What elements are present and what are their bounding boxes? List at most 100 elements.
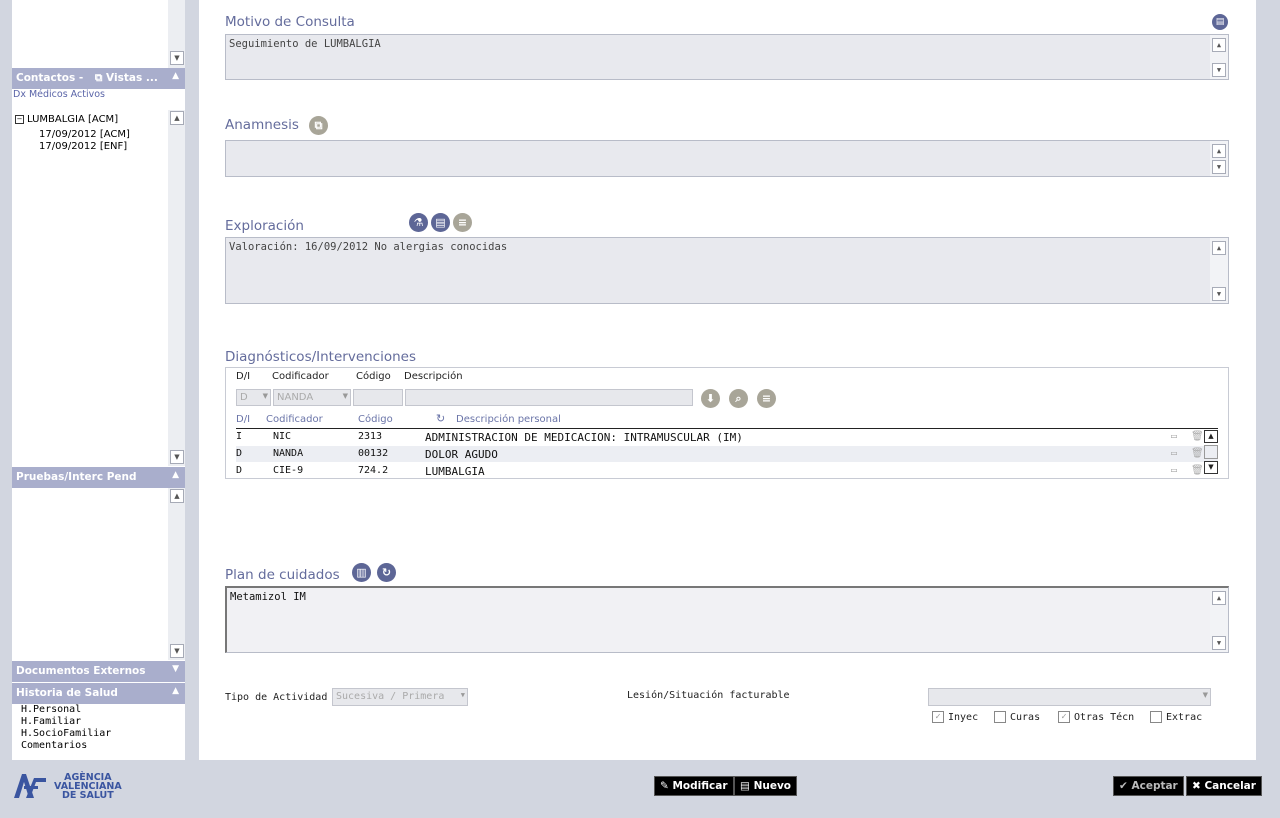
codigo-input[interactable]: [353, 389, 403, 406]
tree-root-label[interactable]: LUMBALGIA [ACM]: [27, 114, 118, 125]
lesion-select[interactable]: ▼: [928, 688, 1211, 706]
expand-down-icon[interactable]: ▼: [172, 664, 179, 674]
checkbox-box[interactable]: ✓: [932, 711, 944, 723]
scroll-up-button[interactable]: ▲: [1212, 591, 1226, 605]
book-icon[interactable]: ▭: [1171, 448, 1177, 459]
historia-item[interactable]: Comentarios: [21, 740, 111, 752]
scroll-up-button[interactable]: ▲: [1212, 241, 1226, 255]
actividad-select[interactable]: Sucesiva / Primera ▼: [332, 688, 468, 706]
row-di: I: [236, 431, 243, 442]
nuevo-button[interactable]: ▤ Nuevo: [734, 776, 798, 796]
scroll-down-button[interactable]: ▼: [1212, 160, 1226, 174]
scroll-down-button[interactable]: ▼: [1212, 63, 1226, 77]
book-icon[interactable]: ▭: [1171, 431, 1177, 442]
scroll-up-button[interactable]: ▲: [1212, 144, 1226, 158]
care-icon[interactable]: ↻: [377, 563, 396, 582]
row-descripcion: DOLOR AGUDO: [425, 448, 498, 461]
historia-header[interactable]: Historia de Salud ▲: [12, 683, 185, 704]
scroll-down-button[interactable]: ▼: [1212, 287, 1226, 301]
row-di: D: [236, 465, 243, 476]
collapse-up-icon[interactable]: ▲: [172, 686, 179, 696]
documentos-header[interactable]: Documentos Externos ▼: [12, 661, 185, 682]
scroll-down-button[interactable]: ▼: [170, 644, 184, 658]
table-row[interactable]: D NANDA 00132 DOLOR AGUDO ▭ 🗑: [236, 446, 1218, 462]
checkbox-box[interactable]: ✓: [1058, 711, 1070, 723]
copy-icon[interactable]: ⧉: [309, 116, 328, 135]
table-row[interactable]: I NIC 2313 ADMINISTRACION DE MEDICACION:…: [236, 429, 1218, 445]
flask-icon[interactable]: ⚗: [409, 213, 428, 232]
scrollbar[interactable]: ▲ ▼: [1210, 238, 1228, 303]
scroll-thumb[interactable]: [1204, 445, 1218, 459]
plan-title: Plan de cuidados: [225, 567, 340, 583]
scrollbar[interactable]: ▲ ▼: [1210, 35, 1228, 79]
checkbox-box[interactable]: [1150, 711, 1162, 723]
inyec-checkbox[interactable]: ✓ Inyec: [932, 711, 978, 723]
historia-item[interactable]: H.Personal: [21, 704, 111, 716]
historia-label: Historia de Salud: [16, 687, 118, 699]
cancelar-button[interactable]: ✖ Cancelar: [1186, 776, 1262, 796]
anamnesis-textarea[interactable]: ▲ ▼: [225, 140, 1229, 177]
tree-child[interactable]: 17/09/2012 [ACM]: [15, 129, 130, 141]
trash-icon[interactable]: 🗑: [1191, 448, 1204, 459]
contactos-header[interactable]: Contactos - ⧉ Vistas ... ▲: [12, 68, 185, 89]
pruebas-header[interactable]: Pruebas/Interc Pend ▲: [12, 467, 185, 488]
otras-tecn-checkbox[interactable]: ✓ Otras Técn: [1058, 711, 1134, 723]
scroll-up-button[interactable]: ▲: [170, 489, 184, 503]
documents-icon[interactable]: ▤: [431, 213, 450, 232]
scroll-up-button[interactable]: ▲: [1204, 430, 1218, 443]
plan-textarea[interactable]: Metamizol IM ▲ ▼: [225, 586, 1229, 653]
pruebas-scrollbar[interactable]: ▲ ▼: [168, 488, 185, 660]
exploracion-textarea[interactable]: Valoración: 16/09/2012 No alergias conoc…: [225, 237, 1229, 304]
vistas-label[interactable]: Vistas ...: [106, 72, 158, 84]
modificar-label: Modificar: [672, 780, 728, 792]
row-di: D: [236, 448, 243, 459]
scroll-down-button[interactable]: ▼: [1204, 461, 1218, 474]
table-row[interactable]: D CIE-9 724.2 LUMBALGIA ▭ 🗑: [236, 463, 1218, 479]
plan-text: Metamizol IM: [230, 591, 306, 603]
medicos-activos-link[interactable]: Dx Médicos Activos: [12, 89, 185, 101]
historia-item[interactable]: H.SocioFamiliar: [21, 728, 111, 740]
book-icon[interactable]: ▥: [352, 563, 371, 582]
scrollbar[interactable]: ▲ ▼: [1210, 588, 1228, 652]
window-icon[interactable]: ⧉: [95, 72, 103, 84]
search-icon[interactable]: ⌕: [729, 389, 748, 408]
contact-tree: − LUMBALGIA [ACM] 17/09/2012 [ACM] 17/09…: [15, 114, 130, 153]
scroll-up-button[interactable]: ▲: [170, 111, 184, 125]
codificador-select[interactable]: NANDA ▼: [273, 389, 351, 406]
trash-icon[interactable]: 🗑: [1191, 431, 1204, 442]
book-icon[interactable]: ▭: [1171, 465, 1177, 476]
document-icon[interactable]: ▤: [1212, 14, 1228, 30]
motivo-textarea[interactable]: Seguimiento de LUMBALGIA ▲ ▼: [225, 34, 1229, 80]
list-icon[interactable]: ≡: [757, 389, 776, 408]
scroll-up-button[interactable]: ▲: [1212, 38, 1226, 52]
collapse-icon[interactable]: −: [15, 115, 24, 124]
aceptar-button[interactable]: ✔ Aceptar: [1113, 776, 1184, 796]
tree-child[interactable]: 17/09/2012 [ENF]: [15, 141, 130, 153]
descripcion-input[interactable]: [405, 389, 693, 406]
top-scrollbar[interactable]: ▼: [168, 0, 185, 68]
modificar-button[interactable]: ✎ Modificar: [654, 776, 734, 796]
scroll-down-button[interactable]: ▼: [170, 51, 184, 65]
list-icon[interactable]: ≡: [453, 213, 472, 232]
extrac-checkbox[interactable]: Extrac: [1150, 711, 1202, 723]
trash-icon[interactable]: 🗑: [1191, 465, 1204, 476]
tree-root[interactable]: − LUMBALGIA [ACM]: [15, 114, 130, 125]
checkbox-label: Curas: [1010, 711, 1041, 723]
checkbox-box[interactable]: [994, 711, 1006, 723]
scroll-down-button[interactable]: ▼: [1212, 636, 1226, 650]
collapse-up-icon[interactable]: ▲: [172, 71, 179, 81]
scrollbar[interactable]: ▲ ▼: [1210, 141, 1228, 176]
collapse-up-icon[interactable]: ▲: [172, 470, 179, 480]
list-header-codificador: Codificador: [266, 414, 323, 425]
scroll-down-button[interactable]: ▼: [170, 450, 184, 464]
curas-checkbox[interactable]: Curas: [994, 711, 1040, 723]
lesion-label: Lesión/Situación facturable: [627, 690, 790, 701]
contactos-scrollbar[interactable]: ▲ ▼: [168, 110, 185, 466]
refresh-icon[interactable]: ↻: [436, 412, 445, 425]
rows-scrollbar[interactable]: ▲ ▼: [1204, 430, 1218, 478]
historia-item[interactable]: H.Familiar: [21, 716, 111, 728]
list-header-di: D/I: [236, 414, 251, 425]
di-select[interactable]: D ▼: [236, 389, 271, 406]
download-icon[interactable]: ⬇: [701, 389, 720, 408]
nuevo-label: Nuevo: [753, 780, 792, 792]
